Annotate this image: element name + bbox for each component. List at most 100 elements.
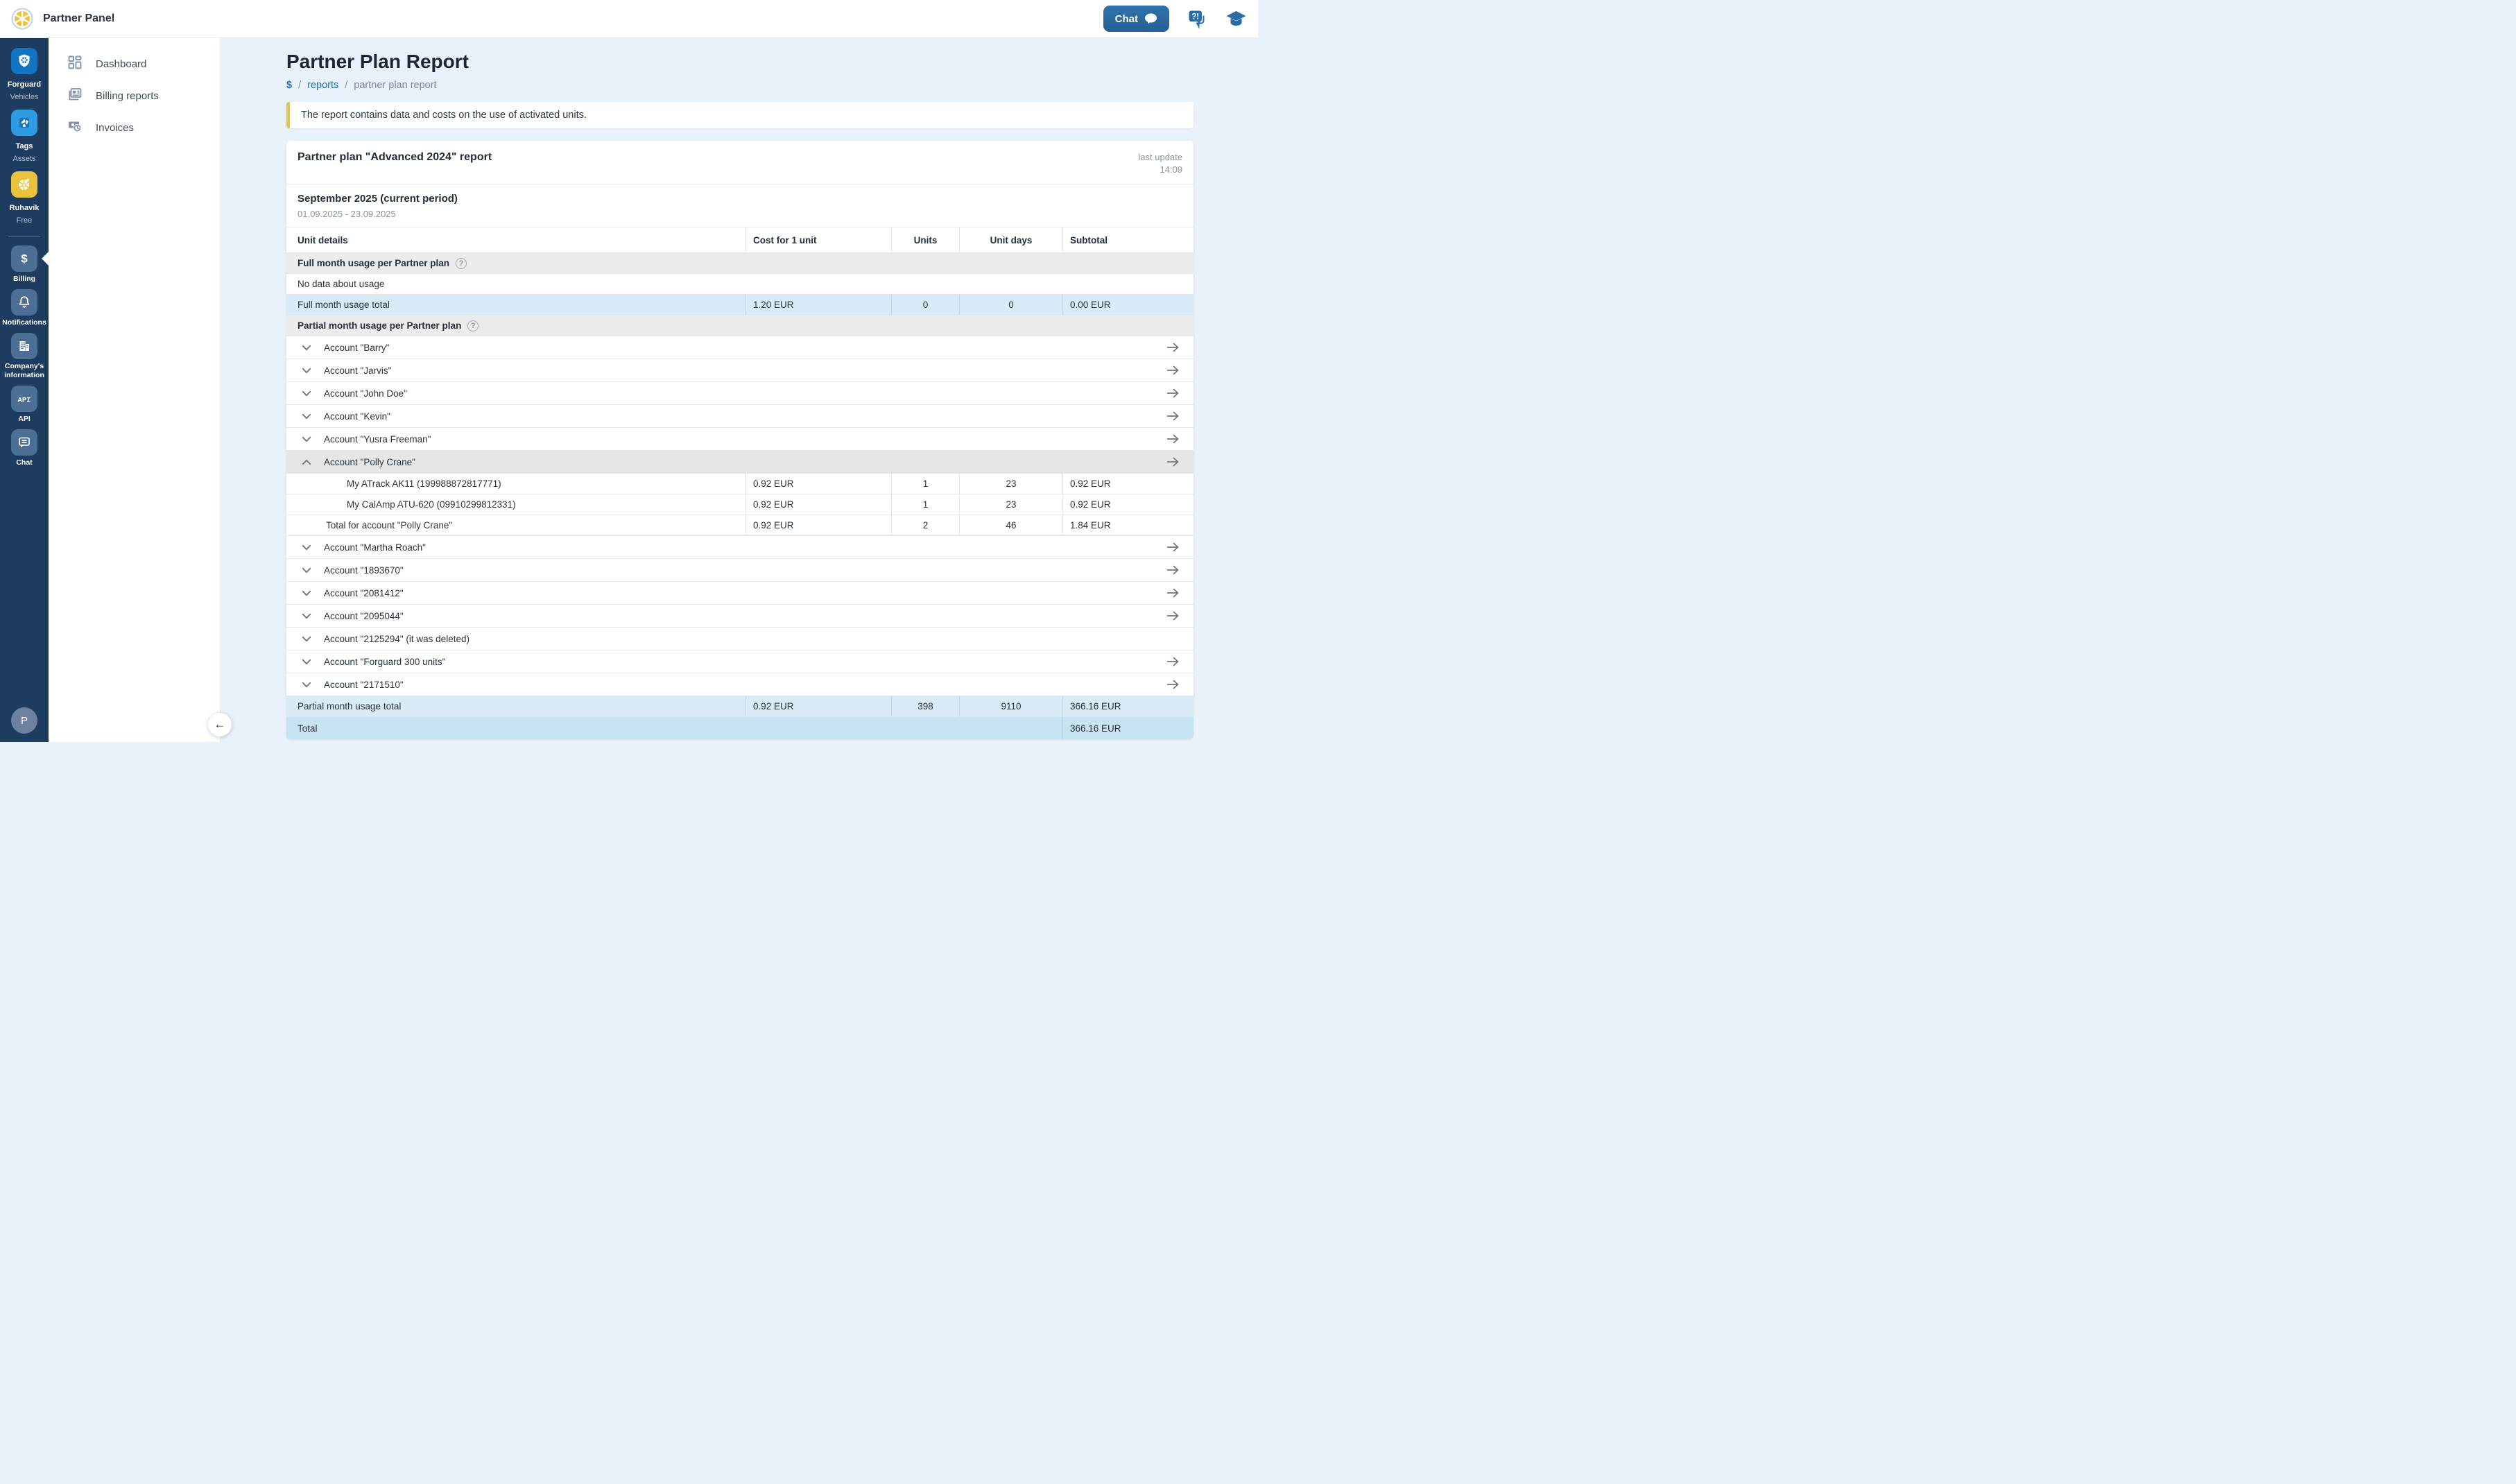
avatar[interactable]: P [11,707,37,734]
report-title: Partner plan "Advanced 2024" report [298,151,492,164]
chevron-down-icon[interactable] [302,436,311,442]
account-label: Account "Jarvis" [324,365,391,376]
main-content: Partner Plan Report $ / reports / partne… [221,38,1258,742]
account-row[interactable]: Account "1893670" [286,558,1194,581]
sidebar-item-dashboard[interactable]: Dashboard [49,48,220,80]
chevron-down-icon[interactable] [302,567,311,573]
account-row[interactable]: Account "2095044" [286,604,1194,627]
chevron-down-icon[interactable] [302,390,311,397]
account-row[interactable]: Account "Yusra Freeman" [286,427,1194,450]
account-label: Account "2081412" [324,588,404,598]
help-icon[interactable]: ? [456,258,467,269]
sidebar-item-billing[interactable]: $ Billing [0,245,49,283]
account-label: Account "2125294" (it was deleted) [324,634,469,644]
faq-icon[interactable]: ?! [1187,9,1207,29]
account-label: Account "2095044" [324,611,404,621]
last-update-time: 14:09 [1160,164,1182,175]
breadcrumb-root-link[interactable]: $ [286,80,292,91]
sidebar-item-chat[interactable]: Chat [0,429,49,467]
sidebar-item-api[interactable]: API API [0,386,49,423]
grand-total-row: Total366.16 EUR [286,716,1194,739]
chevron-down-icon[interactable] [302,544,311,551]
row-arrow-icon[interactable] [1166,542,1180,552]
row-arrow-icon[interactable] [1166,680,1180,689]
chevron-down-icon[interactable] [302,368,311,374]
account-row[interactable]: Account "2171510" [286,673,1194,696]
row-units: 2 [891,515,959,535]
row-arrow-icon[interactable] [1166,411,1180,421]
row-arrow-icon[interactable] [1166,388,1180,398]
invoices-icon [67,118,83,138]
education-icon[interactable] [1225,10,1247,28]
sidebar-item-invoices[interactable]: Invoices [49,112,220,144]
chevron-down-icon[interactable] [302,682,311,688]
account-row[interactable]: Account "Kevin" [286,404,1194,427]
app-sidebar: Forguard Vehicles Tags Assets [0,38,49,742]
billing-dollar-icon: $ [11,245,37,272]
account-row[interactable]: Account "John Doe" [286,381,1194,404]
usage-total-row: Full month usage total1.20 EUR000.00 EUR [286,294,1194,315]
row-cost: 0.92 EUR [746,696,891,716]
billing-label: Billing [12,275,37,283]
row-arrow-icon[interactable] [1166,588,1180,598]
chevron-down-icon[interactable] [302,590,311,596]
row-arrow-icon[interactable] [1166,565,1180,575]
chevron-down-icon[interactable] [302,636,311,642]
row-arrow-icon[interactable] [1166,657,1180,666]
collapse-sidebar-button[interactable]: ← [208,713,232,736]
column-header-subtotal: Subtotal [1062,227,1194,252]
period-title: September 2025 (current period) [298,193,1182,205]
account-label: Account "Barry" [324,343,389,353]
sidebar-app-forguard[interactable]: Forguard Vehicles [0,48,49,103]
chevron-down-icon[interactable] [302,345,311,351]
chevron-down-icon[interactable] [302,413,311,420]
row-subtotal: 1.84 EUR [1062,515,1194,535]
row-arrow-icon[interactable] [1166,611,1180,621]
chat-button[interactable]: Chat [1103,6,1169,32]
help-icon[interactable]: ? [467,320,479,331]
account-row[interactable]: Account "Polly Crane" [286,450,1194,473]
column-header-cost: Cost for 1 unit [746,227,891,252]
ruhavik-wheel-icon [11,171,37,198]
account-row[interactable]: Account "2081412" [286,581,1194,604]
column-header-unit-details: Unit details [286,227,746,252]
account-label: Account "Martha Roach" [324,542,426,553]
row-cost: 1.20 EUR [746,295,891,315]
breadcrumb-separator: / [345,80,347,91]
row-arrow-icon[interactable] [1166,434,1180,444]
account-row[interactable]: Account "Forguard 300 units" [286,650,1194,673]
section-row: Full month usage per Partner plan? [286,252,1194,273]
chat-tile-label: Chat [15,458,33,467]
sidebar-app-ruhavik[interactable]: Ruhavik Free [0,171,49,227]
brand[interactable]: Partner Panel [8,5,114,33]
row-arrow-icon[interactable] [1166,457,1180,467]
row-arrow-icon[interactable] [1166,343,1180,352]
account-label: Account "Forguard 300 units" [324,657,445,667]
chevron-up-icon[interactable] [302,459,311,465]
secondary-sidebar: Dashboard Billing reports [49,38,221,742]
account-row[interactable]: Account "Jarvis" [286,359,1194,381]
account-row[interactable]: Account "2125294" (it was deleted) [286,627,1194,650]
sidebar-item-company-information[interactable]: Company's information [0,333,49,379]
chevron-down-icon[interactable] [302,659,311,665]
row-cost: 0.92 EUR [746,474,891,494]
row-label: Partial month usage total [286,696,746,716]
account-label: Account "John Doe" [324,388,407,399]
report-card-header: Partner plan "Advanced 2024" report last… [286,141,1194,184]
chevron-down-icon[interactable] [302,613,311,619]
sidebar-item-billing-reports[interactable]: Billing reports [49,80,220,112]
forguard-label: Forguard Vehicles [8,78,41,103]
grand-total-subtotal: 366.16 EUR [1062,717,1194,739]
account-row[interactable]: Account "Martha Roach" [286,535,1194,558]
account-row[interactable]: Account "Barry" [286,336,1194,359]
billing-reports-label: Billing reports [96,90,159,102]
row-subtotal: 366.16 EUR [1062,696,1194,716]
row-unit-days: 46 [959,515,1062,535]
row-arrow-icon[interactable] [1166,365,1180,375]
page-title: Partner Plan Report [286,51,1194,73]
breadcrumb-reports-link[interactable]: reports [307,80,338,91]
sidebar-app-tags[interactable]: Tags Assets [0,110,49,165]
app-root: Partner Panel Chat ?! [0,0,1258,742]
breadcrumb: $ / reports / partner plan report [286,80,1194,91]
sidebar-item-notifications[interactable]: Notifications [0,289,49,327]
